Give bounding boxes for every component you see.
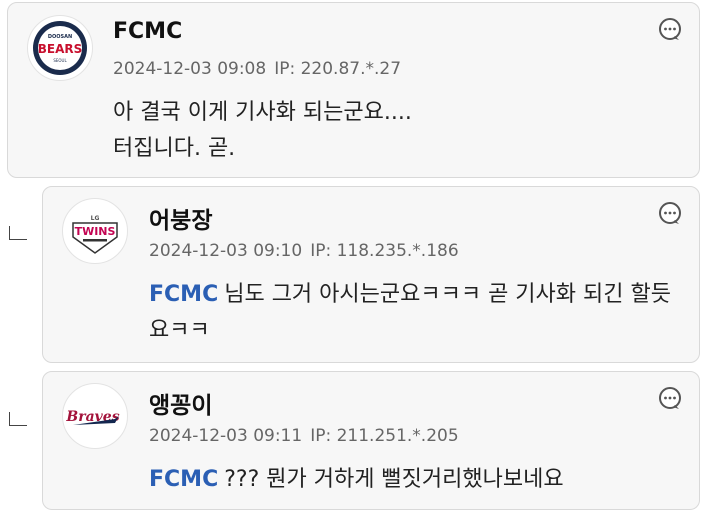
comment-date: 2024-12-03 09:10 <box>149 241 303 261</box>
comment-meta: 2024-12-03 09:10 IP: 118.235.*.186 <box>149 241 459 261</box>
comment-ip: IP: 211.251.*.205 <box>310 426 459 446</box>
comment-bubble-icon[interactable] <box>657 201 683 227</box>
comment-text: FCMC 님도 그거 아시는군요ㅋㅋㅋ 곧 기사화 되긴 할듯요ㅋㅋ <box>149 277 689 349</box>
comment-nickname[interactable]: 어붕장 <box>149 201 212 235</box>
avatar[interactable]: LG TWINS <box>62 198 128 264</box>
bears-logo-icon: DOOSAN BEARS SEOUL <box>33 21 87 75</box>
comment-ip: IP: 118.235.*.186 <box>310 241 459 261</box>
comment-text: 아 결국 이게 기사화 되는군요.... 터집니다. 곧. <box>113 100 412 161</box>
avatar[interactable]: Braves <box>62 383 128 449</box>
avatar[interactable]: DOOSAN BEARS SEOUL <box>27 15 93 81</box>
comment-bubble-icon[interactable] <box>657 17 683 43</box>
comment-nickname[interactable]: FCMC <box>113 19 182 44</box>
comment-date: 2024-12-03 09:08 <box>113 59 267 79</box>
svg-text:SEOUL: SEOUL <box>53 58 67 63</box>
svg-text:TWINS: TWINS <box>75 225 116 238</box>
reply-card: Braves 앵꽁이 2024-12-03 09:11 IP: 211.251.*… <box>42 371 700 510</box>
comment-ip: IP: 220.87.*.27 <box>274 59 402 79</box>
svg-text:DOOSAN: DOOSAN <box>48 34 72 40</box>
comment-nickname[interactable]: 앵꽁이 <box>149 386 212 420</box>
comment-body: ??? 뭔가 거하게 뻘짓거리했나보네요 <box>224 467 564 492</box>
twins-logo-icon: LG TWINS <box>72 215 118 254</box>
reply-arrow-icon <box>9 226 27 240</box>
reply-card: LG TWINS 어붕장 2024-12-03 09:10 IP: 118.235… <box>42 186 700 363</box>
mention-link[interactable]: FCMC <box>149 282 218 307</box>
svg-text:BEARS: BEARS <box>38 42 83 56</box>
comment-bubble-icon[interactable] <box>657 386 683 412</box>
comment-text: FCMC??? 뭔가 거하게 뻘짓거리했나보네요 <box>149 462 689 498</box>
braves-logo-icon: Braves <box>65 409 120 425</box>
mention-link[interactable]: FCMC <box>149 467 218 492</box>
comment-meta: 2024-12-03 09:08 IP: 220.87.*.27 <box>113 59 401 79</box>
reply-arrow-icon <box>9 412 27 426</box>
comment-date: 2024-12-03 09:11 <box>149 426 303 446</box>
comment-card: DOOSAN BEARS SEOUL FCMC 2024-12-03 09:08… <box>7 2 700 178</box>
comment-meta: 2024-12-03 09:11 IP: 211.251.*.205 <box>149 426 459 446</box>
svg-text:LG: LG <box>91 215 100 222</box>
comment-body: 님도 그거 아시는군요ㅋㅋㅋ 곧 기사화 되긴 할듯요ㅋㅋ <box>149 282 671 343</box>
